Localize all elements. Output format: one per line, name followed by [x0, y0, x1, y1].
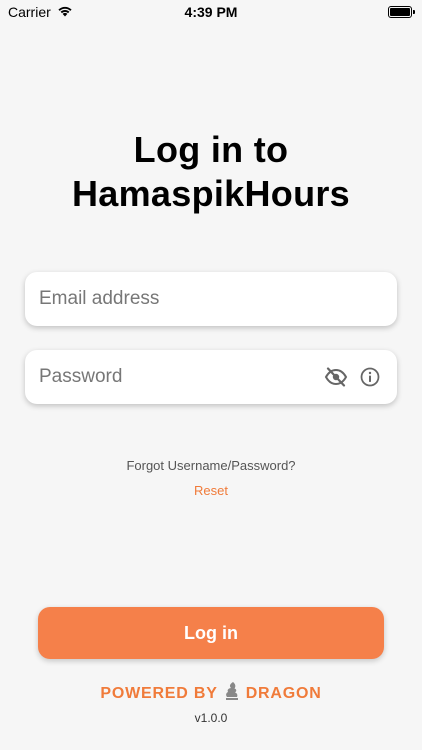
title-line-1: Log in to — [133, 129, 289, 170]
brand-name: DRAGON — [245, 684, 322, 702]
eye-off-icon[interactable] — [323, 364, 349, 390]
status-time: 4:39 PM — [184, 4, 238, 20]
reset-link[interactable]: Reset — [0, 483, 422, 498]
status-bar: Carrier 4:39 PM — [0, 0, 422, 24]
email-field[interactable] — [39, 288, 383, 310]
login-button[interactable]: Log in — [38, 607, 384, 659]
forgot-credentials-text: Forgot Username/Password? — [126, 458, 296, 473]
app-version: v1.0.0 — [194, 711, 228, 725]
login-screen: Carrier 4:39 PM Log in to HamaspikHours — [0, 0, 422, 750]
battery-icon — [388, 6, 415, 18]
powered-by-label: POWERED BY — [100, 684, 218, 702]
battery-fill — [390, 8, 410, 16]
password-field[interactable] — [39, 366, 315, 388]
title-line-2: HamaspikHours — [72, 173, 350, 214]
info-icon[interactable] — [357, 364, 383, 390]
email-field-container[interactable] — [25, 272, 397, 326]
powered-by: POWERED BY DRAGON — [0, 681, 422, 706]
password-field-container[interactable] — [25, 350, 397, 404]
dragon-logo-icon — [224, 681, 240, 706]
page-title: Log in to HamaspikHours — [0, 128, 422, 216]
